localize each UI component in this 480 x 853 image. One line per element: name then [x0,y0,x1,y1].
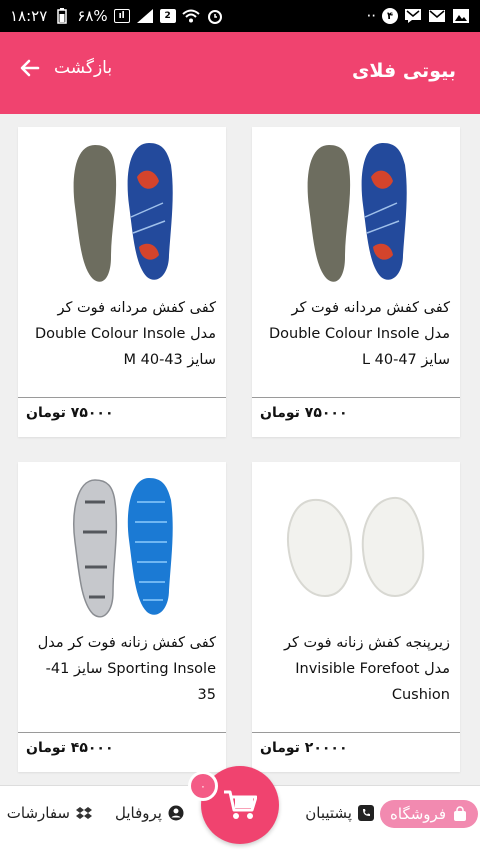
back-button[interactable]: بازگشت [18,56,112,80]
overflow-dots-icon: ·· [366,7,376,25]
product-price: ۴۵۰۰۰ تومان [26,740,114,756]
nav-store-label: فروشگاه [390,805,446,823]
shopping-bag-icon [454,806,466,821]
back-label: بازگشت [54,58,113,78]
divider [18,397,226,398]
nav-support-label: پشتیبان [305,804,352,822]
nav-profile-label: پروفایل [115,804,162,822]
cart-count-badge: ۰ [188,771,218,801]
nav-store[interactable]: فروشگاه [380,800,478,828]
product-name: کفی کفش زنانه فوت کر مدل Sporting Insole… [37,635,216,703]
divider [252,397,460,398]
battery-icon [53,8,71,24]
nav-orders-label: سفارشات [6,804,70,822]
gallery-icon [452,8,470,24]
product-price: ۲۰۰۰۰ تومان [260,740,348,756]
product-name: زیرپنجه کفش زنانه فوت کر مدل Invisible F… [284,635,450,703]
mail-icon [428,8,446,24]
nav-support[interactable]: پشتیبان [305,804,374,822]
product-card[interactable]: زیرپنجه کفش زنانه فوت کر مدل Invisible F… [252,462,460,772]
product-card[interactable]: کفی کفش مردانه فوت کر مدل Double Colour … [18,127,226,437]
user-icon [168,805,184,821]
nav-profile[interactable]: پروفایل [115,804,184,822]
page-title: بیوتی فلای [351,60,456,82]
status-bar: ۱۸:۲۷ ۶۸% ıl 2 ·· ۴ [0,0,480,32]
product-price: ۷۵۰۰۰ تومان [260,405,348,421]
cart-icon [224,790,257,819]
product-image-insole-double [18,127,226,297]
cell-signal-icon [136,8,154,24]
product-name: کفی کفش مردانه فوت کر مدل Double Colour … [268,300,450,368]
product-image-gel-cushion [252,462,460,632]
nav-orders[interactable]: سفارشات [7,804,92,822]
product-image-insole-double [252,127,460,297]
notification-count: ۴ [382,8,398,24]
product-card[interactable]: کفی کفش زنانه فوت کر مدل Sporting Insole… [18,462,226,772]
clock: ۱۸:۲۷ [10,7,48,25]
message-icon [404,8,422,24]
product-price: ۷۵۰۰۰ تومان [26,405,114,421]
arrow-left-icon [20,59,40,77]
divider [18,732,226,733]
wifi-icon [181,8,200,24]
product-card[interactable]: کفی کفش مردانه فوت کر مدل Double Colour … [252,127,460,437]
app-bar: بازگشت بیوتی فلای [0,32,480,114]
alarm-icon [206,8,224,24]
signal-bars-icon: ıl [113,9,130,23]
dropbox-icon [76,807,92,819]
battery-percent: ۶۸% [77,7,108,25]
product-image-insole-sport [18,462,226,632]
sim-icon: 2 [159,9,176,23]
phone-icon [358,805,374,821]
divider [252,732,460,733]
product-name: کفی کفش مردانه فوت کر مدل Double Colour … [34,300,216,368]
